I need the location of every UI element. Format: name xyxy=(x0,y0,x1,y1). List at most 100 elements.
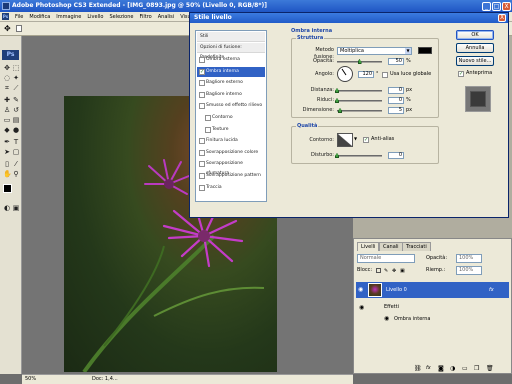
shape-tool-icon[interactable]: ▢ xyxy=(12,148,20,156)
zoom-level[interactable]: 50% xyxy=(25,376,36,382)
menu-file[interactable]: File xyxy=(15,14,23,20)
lock-all-icon[interactable]: ▣ xyxy=(400,268,405,274)
antialias-checkbox[interactable]: ✓ xyxy=(363,137,369,143)
list-item-sovrapposizione-pattern[interactable]: Sovrapposizione pattern xyxy=(197,171,265,181)
list-item-checkbox[interactable] xyxy=(199,173,205,179)
list-item-checkbox[interactable] xyxy=(199,103,205,110)
tab-canali[interactable]: Canali xyxy=(379,242,403,251)
blur-tool-icon[interactable]: ◆ xyxy=(3,126,11,134)
option-checkbox[interactable] xyxy=(16,25,22,32)
angle-dial[interactable] xyxy=(337,66,353,82)
minimize-button[interactable]: _ xyxy=(482,2,491,11)
list-item-checkbox[interactable] xyxy=(199,161,205,168)
adjustment-layer-icon[interactable]: ◑ xyxy=(450,365,455,372)
noise-slider[interactable] xyxy=(335,153,382,158)
move-tool-icon[interactable]: ✥ xyxy=(3,64,11,72)
list-item-smusso-ed-effetto-rilievo[interactable]: Smusso ed effetto rilievo xyxy=(197,101,265,111)
zoom-tool-icon[interactable]: ⚲ xyxy=(12,170,20,178)
new-style-button[interactable]: Nuovo stile... xyxy=(456,56,494,66)
menu-livello[interactable]: Livello xyxy=(87,14,103,20)
menu-selezione[interactable]: Selezione xyxy=(109,14,133,20)
opacity-slider-thumb[interactable] xyxy=(357,59,362,64)
hand-tool-icon[interactable]: ✋ xyxy=(3,170,12,178)
opacity-input[interactable]: 50 xyxy=(388,58,404,65)
list-item-checkbox[interactable] xyxy=(199,149,205,156)
brush-tool-icon[interactable]: ✎ xyxy=(12,96,20,104)
contour-dropdown-icon[interactable]: ▼ xyxy=(354,136,357,141)
notes-tool-icon[interactable]: ▯ xyxy=(3,160,11,168)
ps-menu-icon[interactable]: Ps xyxy=(2,13,9,20)
delete-layer-icon[interactable]: 🗑 xyxy=(486,365,494,372)
lasso-tool-icon[interactable]: ◌ xyxy=(3,74,11,82)
eraser-tool-icon[interactable]: ▭ xyxy=(3,116,11,124)
list-item-bagliore-esterno[interactable]: Bagliore esterno xyxy=(197,78,265,88)
list-item-checkbox[interactable]: ✓ xyxy=(199,68,205,75)
distance-input[interactable]: 0 xyxy=(388,87,404,94)
distance-slider[interactable] xyxy=(335,88,382,93)
healing-brush-icon[interactable]: ✚ xyxy=(3,96,11,104)
tab-tracciati[interactable]: Tracciati xyxy=(402,242,431,251)
new-group-icon[interactable]: ▭ xyxy=(462,365,468,372)
quick-mask-icon[interactable]: ◐ xyxy=(3,204,11,212)
dodge-tool-icon[interactable]: ● xyxy=(12,126,20,134)
fx-icon[interactable]: fx xyxy=(489,287,494,293)
menu-modifica[interactable]: Modifica xyxy=(29,14,50,20)
lock-position-icon[interactable]: ✥ xyxy=(392,268,396,274)
size-slider[interactable] xyxy=(337,108,382,113)
add-mask-icon[interactable]: ◙ xyxy=(438,365,444,372)
list-item-sovrapposizione-sfumatura[interactable]: Sovrapposizione sfumatura xyxy=(197,159,265,176)
visibility-eye-icon[interactable]: ◉ xyxy=(358,286,363,293)
tab-livelli[interactable]: Livelli xyxy=(357,242,380,251)
fill-input[interactable]: 100% xyxy=(456,266,482,275)
noise-slider-thumb[interactable] xyxy=(335,153,339,158)
path-select-icon[interactable]: ➤ xyxy=(3,148,11,156)
move-tool-icon[interactable]: ✥ xyxy=(4,24,13,33)
gradient-tool-icon[interactable]: ▤ xyxy=(12,116,20,124)
blend-mode-dropdown[interactable]: Moltiplica ▼ xyxy=(337,47,412,55)
cancel-button[interactable]: Annulla xyxy=(456,43,494,53)
list-item-checkbox[interactable] xyxy=(199,57,205,63)
list-item-sovrapposizione-colore[interactable]: Sovrapposizione colore xyxy=(197,148,265,158)
marquee-tool-icon[interactable]: ⬚ xyxy=(12,64,20,72)
list-item-checkbox[interactable] xyxy=(205,115,211,121)
menu-immagine[interactable]: Immagine xyxy=(56,14,81,20)
add-style-icon[interactable]: fx xyxy=(426,365,431,371)
global-light-checkbox[interactable] xyxy=(382,72,388,78)
dialog-close-button[interactable]: X xyxy=(498,14,506,22)
angle-input[interactable]: 120 xyxy=(358,71,374,78)
preview-checkbox[interactable]: ✓ xyxy=(458,71,464,77)
size-slider-thumb[interactable] xyxy=(338,108,342,113)
close-button[interactable]: X xyxy=(502,2,511,11)
list-item-blend-options[interactable]: Opzioni di fusione: Predefinite xyxy=(197,43,265,60)
opacity-input[interactable]: 100% xyxy=(456,254,482,263)
list-item-checkbox[interactable] xyxy=(199,184,205,191)
magic-wand-icon[interactable]: ✦ xyxy=(12,74,20,82)
lock-transparency-icon[interactable] xyxy=(376,268,381,273)
menu-analisi[interactable]: Analisi xyxy=(158,14,174,20)
distance-slider-thumb[interactable] xyxy=(335,88,339,93)
effect-eye-icon[interactable]: ◉ xyxy=(384,315,389,322)
list-item-traccia[interactable]: Traccia xyxy=(197,183,265,193)
list-item-finitura-lucida[interactable]: Finitura lucida xyxy=(197,136,265,146)
ok-button[interactable]: OK xyxy=(456,30,494,40)
slice-tool-icon[interactable]: ⟋ xyxy=(12,84,20,92)
effect-ombra-interna[interactable]: Ombra interna xyxy=(394,316,430,322)
clone-stamp-icon[interactable]: ♙ xyxy=(3,106,11,114)
opacity-slider[interactable] xyxy=(337,59,382,64)
list-item-checkbox[interactable] xyxy=(199,138,205,145)
effects-eye-icon[interactable]: ◉ xyxy=(359,304,364,311)
pen-tool-icon[interactable]: ✒ xyxy=(3,138,11,146)
blend-mode-select[interactable]: Normale xyxy=(357,254,415,263)
new-layer-icon[interactable]: ❐ xyxy=(474,365,479,372)
list-item-stili[interactable]: Stili xyxy=(197,32,265,42)
history-brush-icon[interactable]: ↺ xyxy=(12,106,20,114)
link-layers-icon[interactable]: ⛓ xyxy=(414,365,422,372)
maximize-button[interactable]: □ xyxy=(492,2,501,11)
list-item-checkbox[interactable] xyxy=(199,80,205,87)
list-item-checkbox[interactable] xyxy=(205,126,211,133)
noise-input[interactable]: 0 xyxy=(388,152,404,159)
list-item-ombra-esterna[interactable]: Ombra esterna xyxy=(197,55,265,65)
list-item-checkbox[interactable] xyxy=(199,91,205,98)
lock-pixels-icon[interactable]: ✎ xyxy=(384,268,388,274)
choke-input[interactable]: 0 xyxy=(388,97,404,104)
